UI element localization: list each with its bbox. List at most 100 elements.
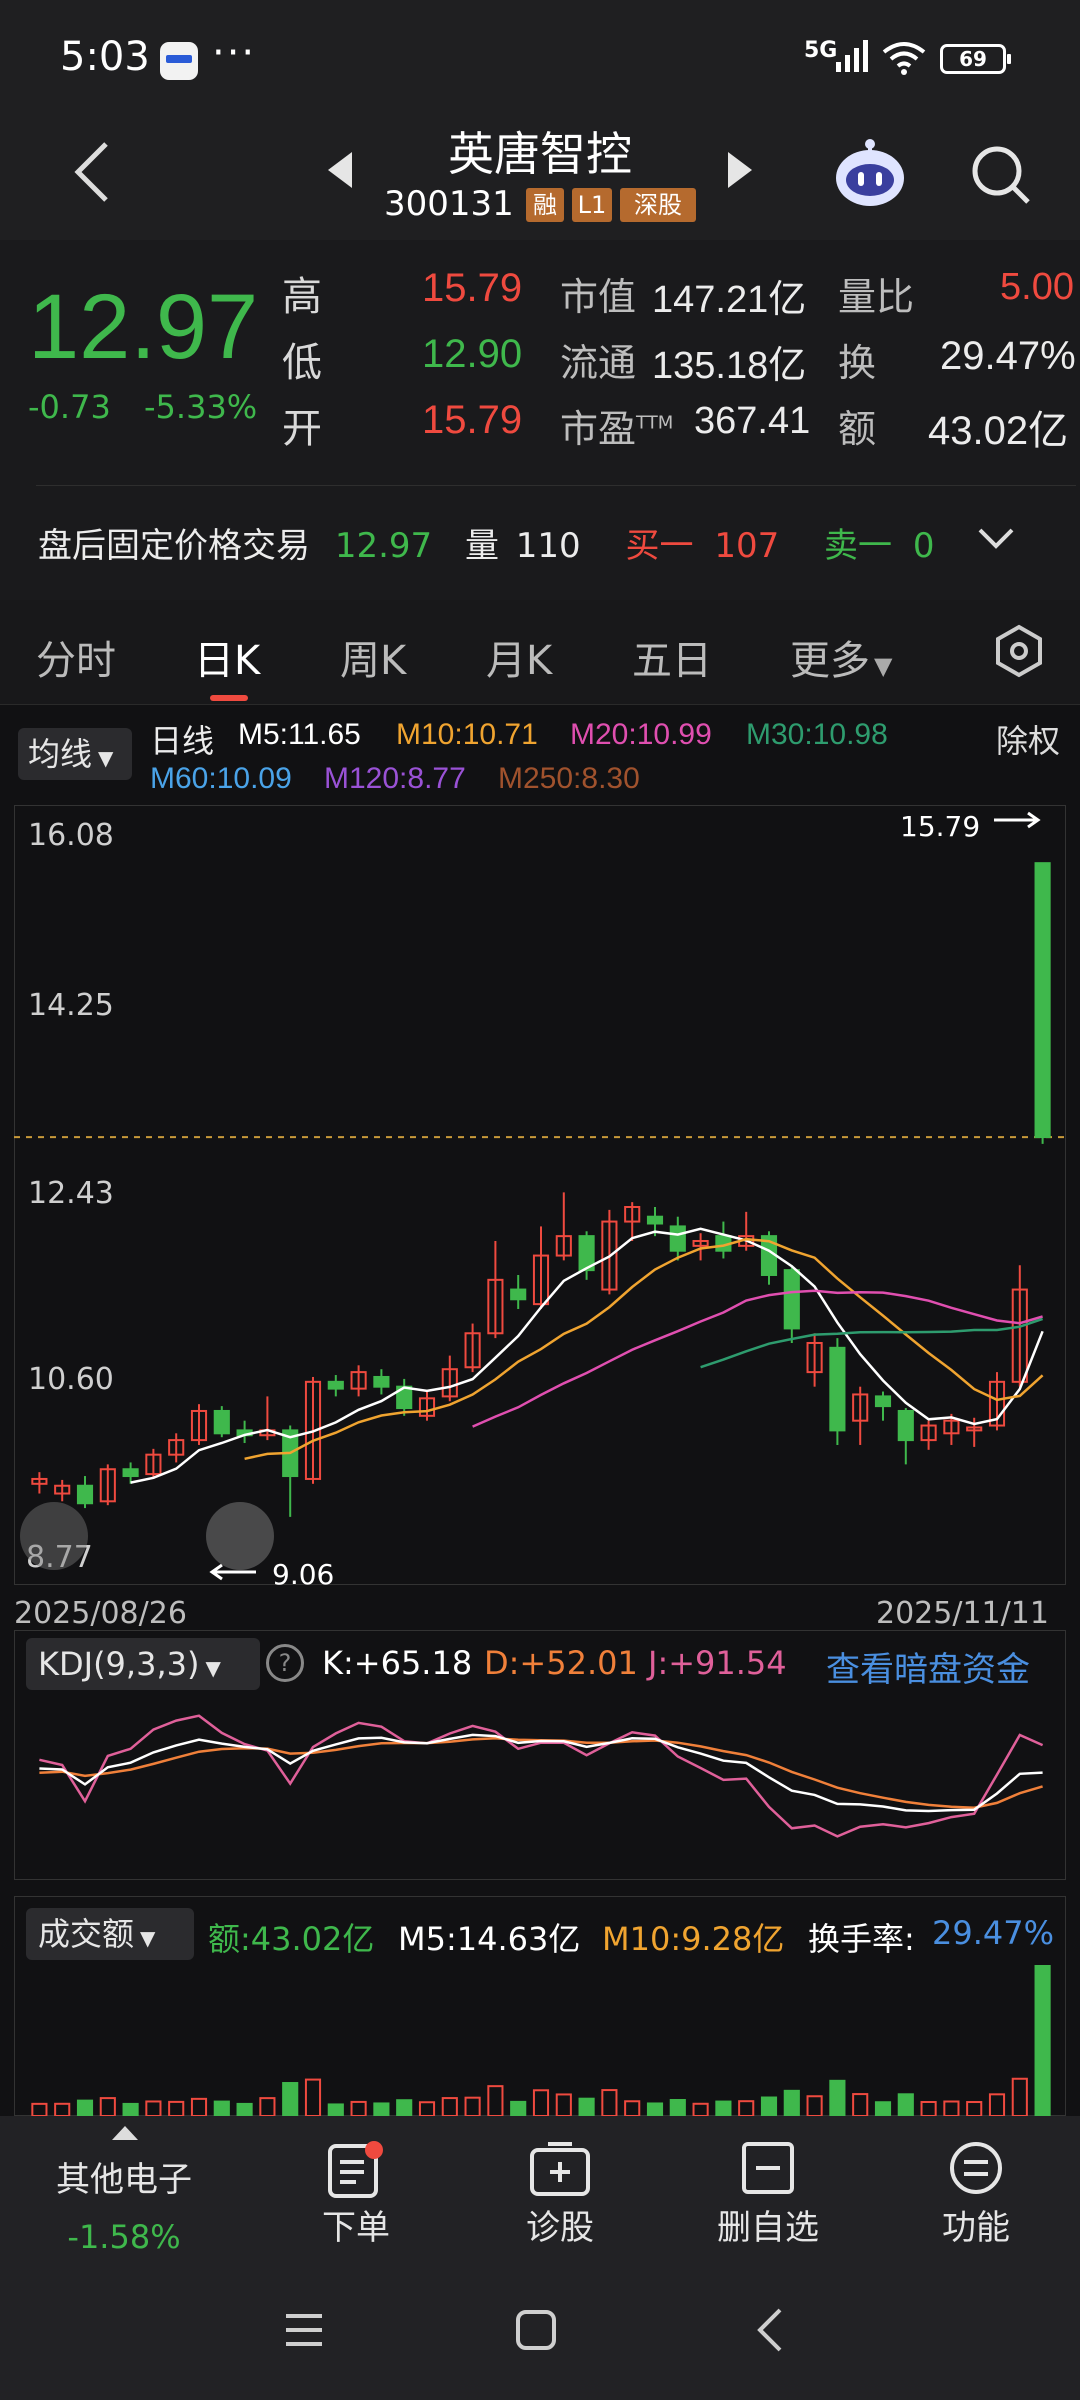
menu-icon[interactable] bbox=[282, 2310, 326, 2350]
tab-intraday[interactable]: 分时 bbox=[36, 628, 116, 686]
kdj-selector[interactable]: KDJ(9,3,3) ▼ bbox=[26, 1638, 260, 1690]
volume-bar bbox=[1034, 1965, 1051, 2116]
ma10-value: M10:10.71 bbox=[396, 718, 538, 751]
indicator-selector-label: 均线 bbox=[28, 735, 93, 773]
search-icon[interactable] bbox=[970, 144, 1032, 206]
ma20-line bbox=[472, 1289, 1043, 1428]
volume-chart bbox=[31, 1965, 1051, 2116]
x-start-date: 2025/08/26 bbox=[14, 1596, 187, 1631]
ma120-value: M120:8.77 bbox=[324, 762, 466, 795]
ma5-value: M5:11.65 bbox=[238, 718, 361, 751]
volume-bar bbox=[897, 2093, 914, 2116]
turnover-rate-value: 29.47% bbox=[932, 1914, 1055, 1952]
volume-bar bbox=[669, 2099, 686, 2116]
network-type: 5G bbox=[804, 38, 838, 63]
turnover-value: 29.47% bbox=[940, 334, 1076, 378]
tab-weekly-k[interactable]: 周K bbox=[340, 628, 406, 686]
high-value: 15.79 bbox=[422, 266, 523, 310]
y-tick-2: 14.25 bbox=[28, 988, 114, 1023]
candle bbox=[327, 1380, 344, 1390]
mktcap-value: 147.21亿 bbox=[652, 279, 807, 321]
high-label: 高 bbox=[282, 274, 322, 320]
app-notification-icon bbox=[160, 42, 198, 80]
chevron-down-icon[interactable] bbox=[976, 526, 1016, 550]
volume-bar bbox=[874, 2101, 892, 2116]
tab-monthly-k[interactable]: 月K bbox=[486, 628, 552, 686]
volume-bar bbox=[783, 2089, 800, 2116]
candlestick-chart[interactable] bbox=[14, 805, 1066, 1585]
kdj-chart bbox=[39, 1714, 1044, 1838]
volume-bar bbox=[646, 2102, 664, 2116]
volume-m5: M5:14.63亿 bbox=[398, 1920, 581, 1958]
sector-name[interactable]: 其他电子 bbox=[24, 2152, 224, 2201]
candle bbox=[122, 1468, 139, 1478]
exright-toggle[interactable]: 除权 bbox=[996, 716, 1060, 762]
open-label: 开 bbox=[282, 406, 322, 452]
level1-tag: L1 bbox=[572, 188, 612, 222]
price-change-pct: -5.33% bbox=[144, 388, 258, 426]
volume-bar bbox=[327, 2103, 344, 2116]
y-tick-3: 12.43 bbox=[28, 1176, 114, 1211]
min-price-marker: 9.06 bbox=[272, 1558, 335, 1591]
order-icon bbox=[328, 2141, 383, 2198]
open-value: 15.79 bbox=[422, 398, 523, 442]
settings-hexagon-icon[interactable] bbox=[994, 624, 1044, 678]
dark-pool-link[interactable]: 查看暗盘资金 bbox=[826, 1642, 1030, 1691]
volume-selector[interactable]: 成交额 ▼ bbox=[26, 1908, 194, 1960]
help-icon[interactable]: ? bbox=[266, 1644, 304, 1682]
ask-value: 0 bbox=[912, 526, 935, 566]
last-price: 12.97 bbox=[28, 276, 259, 378]
volume-bar bbox=[464, 2096, 481, 2116]
home-icon[interactable] bbox=[514, 2308, 558, 2352]
candle bbox=[829, 1346, 846, 1432]
kdj-d-line bbox=[39, 1737, 1043, 1809]
zoom-button[interactable] bbox=[206, 1502, 274, 1570]
caret-down-icon: ▼ bbox=[205, 1656, 221, 1680]
volume-bar bbox=[282, 2082, 299, 2116]
kdj-d-value: D:+52.01 bbox=[484, 1644, 638, 1682]
volume-bar bbox=[943, 2100, 960, 2116]
expand-button[interactable] bbox=[20, 1502, 88, 1570]
nav-back-icon[interactable] bbox=[752, 2306, 786, 2354]
volume-bar bbox=[396, 2099, 413, 2116]
volume-bar bbox=[76, 2099, 94, 2116]
candle bbox=[510, 1288, 527, 1301]
bid-value: 107 bbox=[714, 526, 780, 566]
pe-ttm-suffix: TTM bbox=[636, 412, 674, 434]
volume-amount: 额:43.02亿 bbox=[208, 1920, 375, 1958]
ma250-value: M250:8.30 bbox=[498, 762, 640, 795]
afterhours-info: 盘后固定价格交易 12.97 量 110 买一 107 卖一 0 bbox=[38, 518, 934, 567]
candle bbox=[874, 1395, 892, 1408]
ma30-value: M30:10.98 bbox=[746, 718, 888, 751]
volume-bar bbox=[54, 2102, 71, 2116]
y-tick-4: 10.60 bbox=[28, 1362, 114, 1397]
low-label: 低 bbox=[282, 340, 322, 386]
margin-tag: 融 bbox=[526, 188, 564, 222]
tab-five-day[interactable]: 五日 bbox=[632, 628, 712, 686]
signal-icon bbox=[836, 40, 868, 72]
tab-daily-k[interactable]: 日K bbox=[194, 628, 260, 686]
low-value: 12.90 bbox=[422, 332, 523, 376]
indicator-selector[interactable]: 均线 ▼ bbox=[18, 728, 132, 780]
kdj-j-value: J:+91.54 bbox=[648, 1644, 787, 1682]
mktcap-label: 市值 bbox=[560, 275, 637, 319]
volume-bar bbox=[920, 2101, 937, 2116]
order-label: 下单 bbox=[322, 2208, 390, 2248]
candle bbox=[76, 1484, 94, 1505]
afterhours-vol-label: 量 bbox=[464, 526, 499, 566]
market-tag: 深股 bbox=[620, 188, 696, 222]
volume-bar bbox=[304, 2078, 322, 2116]
tab-more[interactable]: 更多 ▼ bbox=[790, 628, 892, 686]
functions-label: 功能 bbox=[942, 2208, 1010, 2248]
volume-bar bbox=[259, 2097, 276, 2116]
volume-selector-label: 成交额 bbox=[38, 1915, 135, 1953]
volume-bar bbox=[1011, 2077, 1028, 2116]
volume-bar bbox=[738, 2100, 755, 2116]
arrow-right-icon bbox=[994, 811, 1041, 829]
robot-assistant-icon[interactable] bbox=[832, 136, 908, 212]
amount-label: 额 bbox=[838, 407, 877, 451]
volume-bar bbox=[31, 2102, 48, 2116]
volume-bar bbox=[145, 2100, 162, 2116]
next-stock-icon[interactable] bbox=[724, 150, 754, 190]
y-tick-1: 16.08 bbox=[28, 818, 114, 853]
